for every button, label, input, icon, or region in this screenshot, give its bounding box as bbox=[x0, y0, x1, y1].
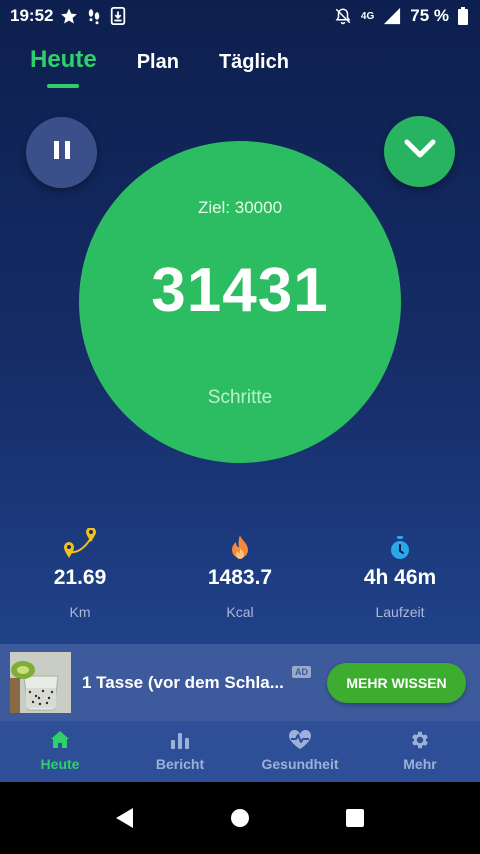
calories-value: 1483.7 bbox=[207, 566, 273, 589]
nav-item-gesundheit[interactable]: Gesundheit bbox=[240, 721, 360, 782]
recents-square-icon bbox=[345, 809, 364, 827]
download-icon bbox=[110, 7, 126, 25]
notifications-off-icon bbox=[334, 7, 352, 25]
status-bar: 19:52 4G 75 % bbox=[0, 0, 480, 32]
heartbeat-icon bbox=[288, 729, 312, 751]
nav-label-gesundheit: Gesundheit bbox=[261, 756, 339, 772]
battery-icon bbox=[458, 7, 468, 25]
footsteps-icon bbox=[85, 7, 103, 25]
steps-label: Schritte bbox=[207, 387, 273, 408]
bar-chart-icon bbox=[170, 729, 190, 751]
gear-icon bbox=[409, 729, 431, 751]
network-type-label: 4G bbox=[360, 10, 375, 22]
nav-item-mehr[interactable]: Mehr bbox=[360, 721, 480, 782]
ad-title: 1 Tasse (vor dem Schla... bbox=[82, 672, 284, 692]
duration-unit: Laufzeit bbox=[375, 604, 425, 620]
stat-duration: 4h 46m Laufzeit bbox=[320, 526, 480, 620]
top-tabs: Heute Plan Täglich bbox=[30, 46, 289, 88]
tab-taeglich[interactable]: Täglich bbox=[219, 51, 289, 88]
nav-label-bericht: Bericht bbox=[155, 756, 205, 772]
app-screen: 19:52 4G 75 % Heute Plan Täglich Ziel: 3… bbox=[0, 0, 480, 782]
bottom-navigation: Heute Bericht Gesundheit Mehr bbox=[0, 721, 480, 782]
status-time: 19:52 bbox=[10, 6, 54, 25]
steps-count: 31431 bbox=[151, 256, 329, 325]
recents-button[interactable] bbox=[335, 798, 375, 838]
tab-heute[interactable]: Heute bbox=[30, 46, 97, 88]
distance-unit: Km bbox=[69, 604, 91, 620]
back-triangle-icon bbox=[116, 808, 134, 828]
ad-cta-button[interactable]: MEHR WISSEN bbox=[327, 662, 466, 703]
system-navigation-bar bbox=[0, 782, 480, 854]
signal-icon bbox=[383, 7, 401, 25]
pause-button[interactable] bbox=[26, 117, 97, 188]
distance-value: 21.69 bbox=[53, 566, 107, 589]
battery-percent: 75 % bbox=[410, 6, 449, 25]
map-route-icon bbox=[61, 526, 99, 560]
collapse-button[interactable] bbox=[384, 116, 455, 187]
ad-thumbnail-image bbox=[10, 652, 71, 713]
steps-goal: Ziel: 30000 bbox=[197, 198, 283, 217]
duration-value: 4h 46m bbox=[363, 566, 437, 589]
pause-icon bbox=[52, 139, 72, 166]
calories-unit: Kcal bbox=[226, 604, 254, 620]
ad-banner[interactable]: 1 Tasse (vor dem Schla... AD MEHR WISSEN bbox=[0, 644, 480, 721]
chevron-down-icon bbox=[403, 138, 437, 165]
back-button[interactable] bbox=[105, 798, 145, 838]
steps-circle: Ziel: 30000 31431 Schritte bbox=[79, 141, 401, 463]
home-button[interactable] bbox=[220, 798, 260, 838]
tab-plan[interactable]: Plan bbox=[137, 51, 179, 88]
flame-icon bbox=[229, 526, 251, 560]
stopwatch-icon bbox=[389, 526, 411, 560]
stats-row: 21.69 Km 1483.7 Kcal 4h 46m Laufzeit bbox=[0, 526, 480, 620]
nav-item-bericht[interactable]: Bericht bbox=[120, 721, 240, 782]
home-circle-icon bbox=[230, 809, 249, 827]
home-icon bbox=[50, 729, 70, 751]
stat-distance: 21.69 Km bbox=[0, 526, 160, 620]
ad-badge: AD bbox=[292, 665, 311, 678]
star-icon bbox=[60, 7, 78, 25]
nav-label-mehr: Mehr bbox=[403, 756, 437, 772]
nav-label-heute: Heute bbox=[40, 756, 80, 772]
stat-calories: 1483.7 Kcal bbox=[160, 526, 320, 620]
nav-item-heute[interactable]: Heute bbox=[0, 721, 120, 782]
